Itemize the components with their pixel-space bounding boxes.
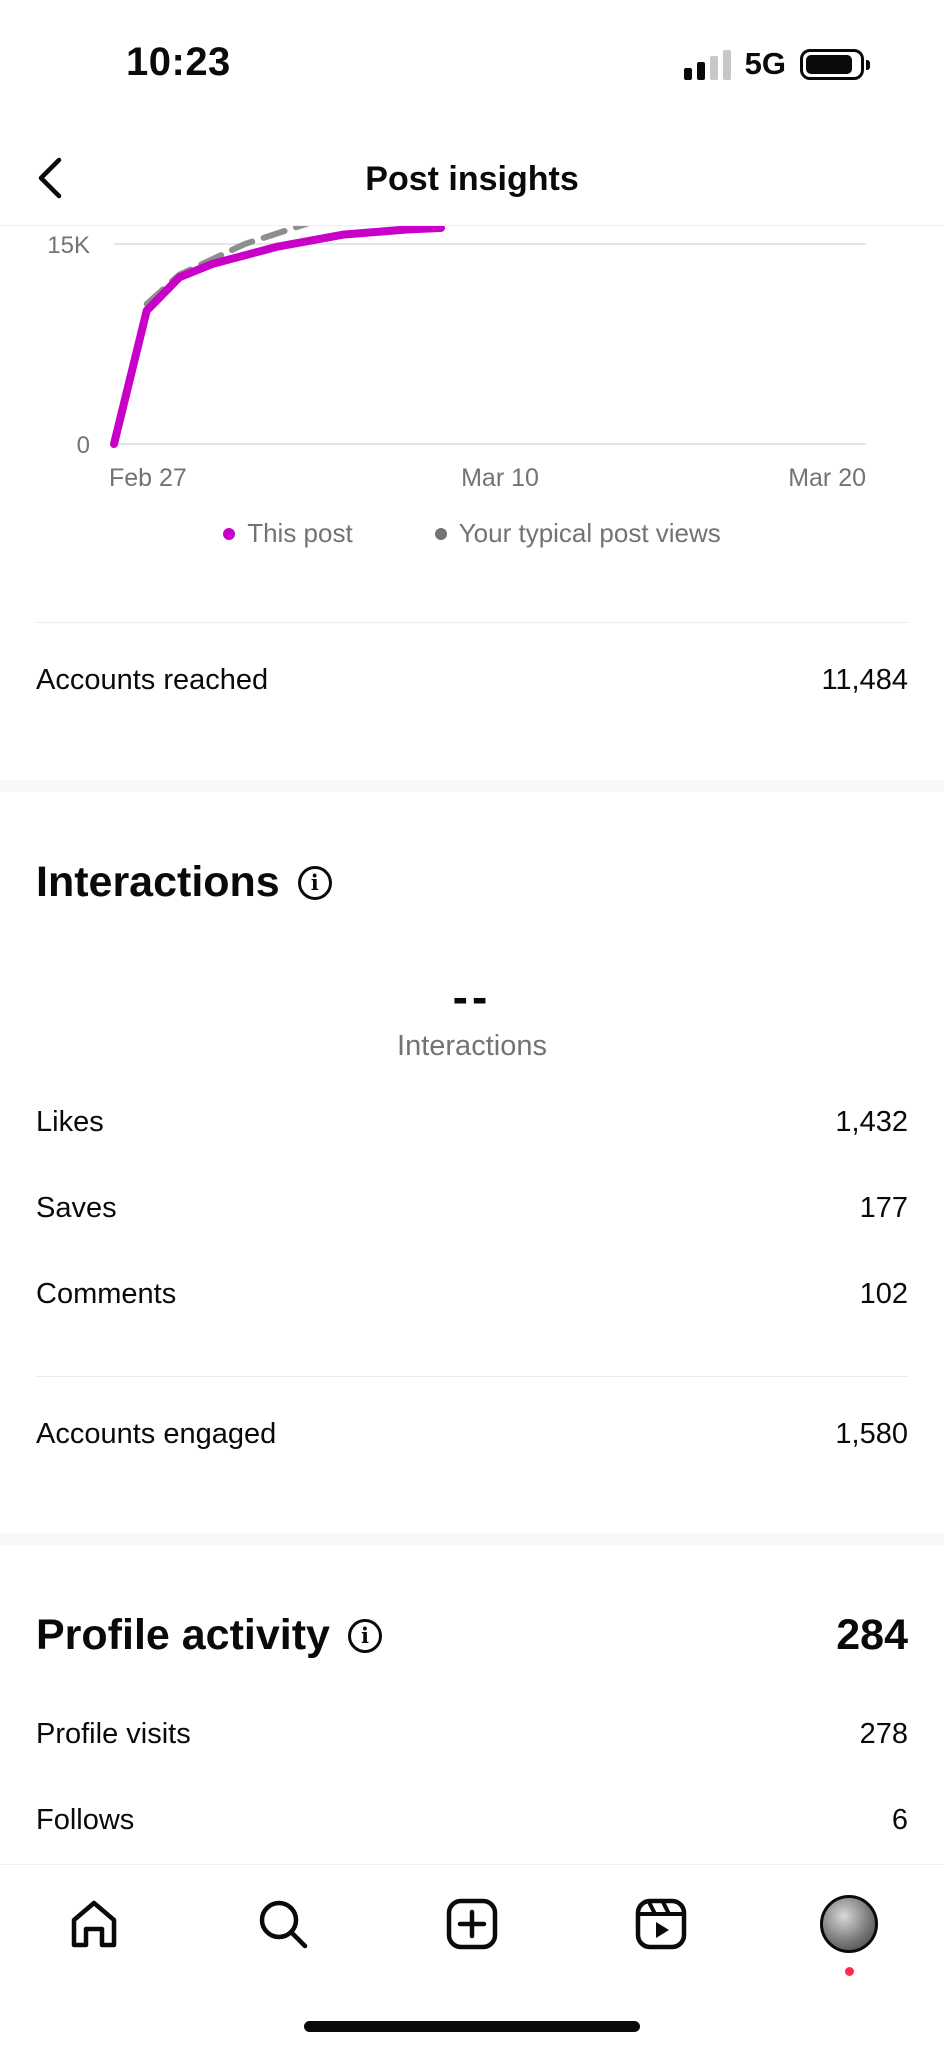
row-value: 1,432 [835, 1106, 908, 1138]
page-title: Post insights [365, 160, 579, 198]
page-header: Post insights [0, 130, 944, 226]
profile-tab[interactable] [814, 1889, 884, 1959]
cellular-signal-icon [683, 48, 731, 80]
search-tab[interactable] [248, 1889, 318, 1959]
row-label: Profile visits [36, 1718, 191, 1750]
legend-this-post: This post [223, 518, 353, 549]
status-indicators: 5G [683, 46, 870, 82]
accounts-reached-row: Accounts reached 11,484 [36, 664, 908, 697]
info-icon[interactable]: i [297, 865, 332, 900]
interactions-heading: Interactions i [36, 858, 332, 907]
row-value: 278 [859, 1718, 908, 1750]
x-tick-label: Mar 10 [461, 464, 539, 492]
interactions-summary: -- Interactions [0, 970, 944, 1063]
row-label: Accounts engaged [36, 1418, 277, 1450]
profile-activity-heading: Profile activity i [36, 1611, 382, 1660]
x-tick-label: Mar 20 [788, 464, 866, 492]
profile-visits-row: Profile visits 278 [36, 1718, 908, 1751]
row-label: Follows [36, 1804, 135, 1836]
home-icon [71, 1900, 117, 1948]
divider [36, 622, 908, 623]
interactions-total-label: Interactions [397, 1030, 547, 1062]
row-value: 6 [891, 1804, 908, 1836]
likes-row: Likes 1,432 [36, 1106, 908, 1139]
series-line-this-post [110, 226, 445, 448]
legend-dot-icon [223, 527, 236, 540]
views-chart: 15K 0 Feb 27 Mar 10 Mar 20 [0, 226, 944, 556]
status-time: 10:23 [126, 40, 231, 84]
home-tab[interactable] [59, 1889, 129, 1959]
legend-typical: Your typical post views [434, 518, 721, 549]
legend-label: This post [247, 518, 353, 548]
section-separator [0, 780, 944, 792]
comments-row: Comments 102 [36, 1278, 908, 1311]
views-line-chart: 15K 0 Feb 27 Mar 10 Mar 20 [47, 226, 866, 492]
row-value: 11,484 [821, 664, 908, 696]
follows-row: Follows 6 [36, 1804, 908, 1837]
section-title: Profile activity [36, 1611, 330, 1659]
y-tick-label: 15K [47, 232, 90, 259]
create-tab[interactable] [437, 1889, 507, 1959]
battery-icon [800, 48, 870, 80]
profile-activity-total: 284 [836, 1611, 908, 1659]
interactions-total: -- [452, 971, 492, 1023]
info-icon[interactable]: i [347, 1618, 382, 1653]
network-label: 5G [744, 46, 786, 81]
status-bar: 10:23 5G [0, 0, 944, 130]
plus-square-icon [446, 1898, 498, 1950]
search-icon [259, 1900, 308, 1949]
avatar [820, 1895, 878, 1953]
row-label: Accounts reached [36, 664, 269, 696]
row-label: Comments [36, 1278, 177, 1310]
home-indicator [304, 2021, 640, 2032]
y-tick-label: 0 [77, 432, 90, 459]
chart-legend: This post Your typical post views [0, 518, 944, 549]
row-label: Saves [36, 1192, 117, 1224]
legend-label: Your typical post views [458, 518, 721, 548]
saves-row: Saves 177 [36, 1192, 908, 1225]
divider [36, 1376, 908, 1377]
bottom-tab-bar [0, 1864, 944, 2048]
notification-dot [845, 1967, 854, 1976]
legend-dot-icon [434, 527, 447, 540]
row-value: 102 [859, 1278, 908, 1310]
row-label: Likes [36, 1106, 104, 1138]
row-value: 1,580 [835, 1418, 908, 1450]
row-value: 177 [859, 1192, 908, 1224]
reels-tab[interactable] [626, 1889, 696, 1959]
section-title: Interactions [36, 858, 280, 906]
section-separator [0, 1533, 944, 1545]
accounts-engaged-row: Accounts engaged 1,580 [36, 1418, 908, 1451]
x-tick-label: Feb 27 [109, 464, 187, 492]
reels-icon [635, 1898, 687, 1950]
